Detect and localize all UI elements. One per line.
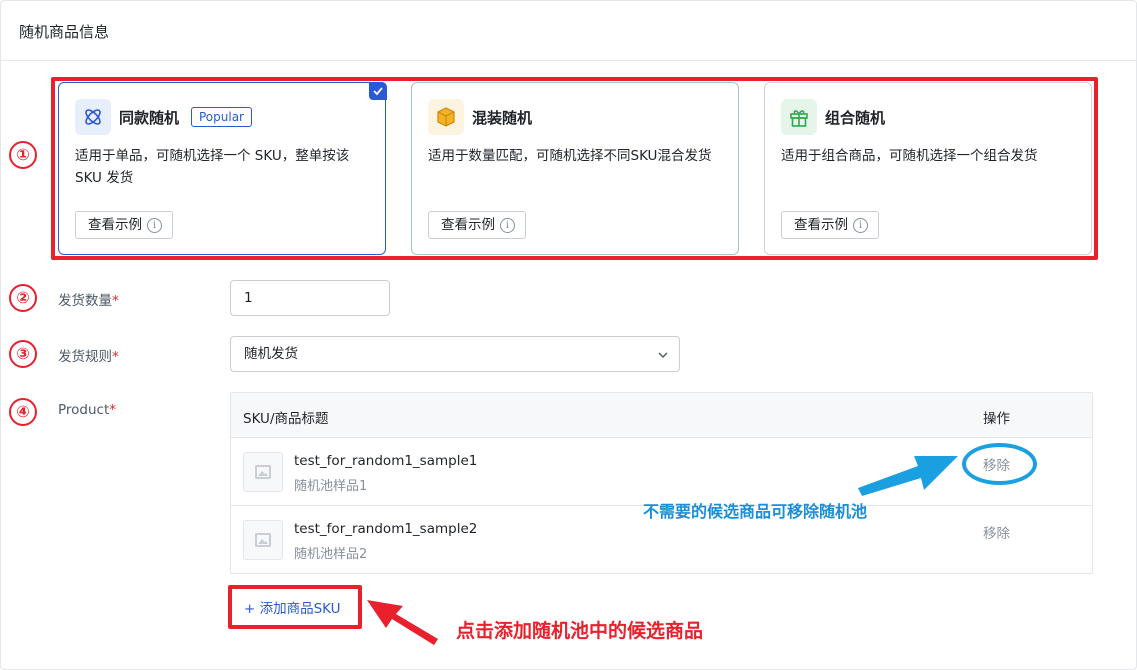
image-placeholder-icon [243,452,283,492]
remove-highlight-oval [962,443,1037,485]
rule-select[interactable]: 随机发货 [230,336,680,372]
panel-title: 随机商品信息 [19,23,110,41]
col-action: 操作 [983,411,1010,427]
col-sku-title: SKU/商品标题 [243,411,329,427]
step-4-marker: ④ [9,398,37,426]
table-header: SKU/商品标题 操作 [231,393,1092,438]
product-name: test_for_random1_sample1 [294,453,478,469]
product-label: Product* [58,402,117,418]
product-table: SKU/商品标题 操作 test_for_random1_sample1 随机池… [230,392,1093,574]
table-row: test_for_random1_sample1 随机池样品1 移除 [231,438,1092,506]
chevron-down-icon [658,352,668,358]
add-tip: 点击添加随机池中的候选商品 [456,620,704,642]
rule-label: 发货规则* [58,349,119,365]
panel-header: 随机商品信息 [1,1,1136,61]
rule-select-value: 随机发货 [244,346,298,362]
image-placeholder-icon [243,520,283,560]
product-name: test_for_random1_sample2 [294,521,478,537]
step-2-marker: ② [9,284,37,312]
step-3-marker: ③ [9,340,37,368]
product-subtitle: 随机池样品1 [294,479,368,494]
add-sku-label: 添加商品SKU [259,601,341,617]
cards-highlight-box [51,77,1098,260]
product-subtitle: 随机池样品2 [294,547,368,562]
step-1-marker: ① [9,141,37,169]
remove-tip: 不需要的候选商品可移除随机池 [643,502,868,521]
quantity-input[interactable]: 1 [230,280,390,316]
plus-icon: + [244,601,256,617]
remove-button[interactable]: 移除 [983,522,1010,542]
quantity-label: 发货数量* [58,293,119,309]
add-sku-button[interactable]: + 添加商品SKU [244,597,341,617]
